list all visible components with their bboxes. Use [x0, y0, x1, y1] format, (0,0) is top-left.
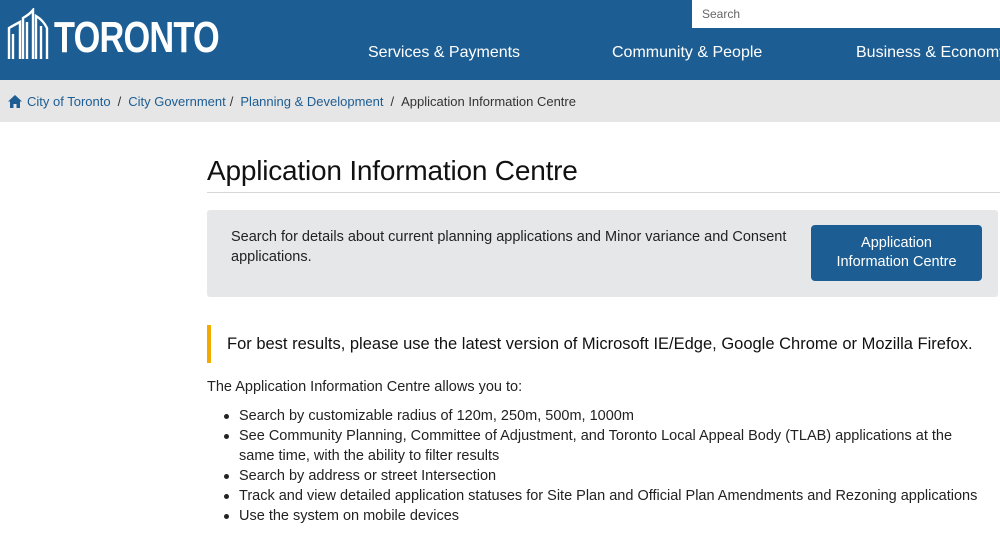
breadcrumb-separator: / — [117, 94, 122, 109]
intro-text: The Application Information Centre allow… — [207, 379, 523, 395]
breadcrumb-separator: / — [390, 94, 395, 109]
breadcrumb-separator: / — [229, 94, 234, 109]
nav-business-economy[interactable]: Business & Economy — [856, 44, 1000, 62]
title-divider — [207, 192, 1000, 193]
nav-community-people[interactable]: Community & People — [612, 44, 762, 62]
browser-notice: For best results, please use the latest … — [207, 325, 997, 363]
application-information-centre-button[interactable]: Application Information Centre — [811, 225, 982, 281]
site-header: TORONTO Services & Payments Community & … — [0, 0, 1000, 80]
list-item: Search by customizable radius of 120m, 2… — [224, 406, 991, 426]
button-label-line1: Application — [861, 235, 932, 251]
list-item: Use the system on mobile devices — [224, 506, 991, 526]
list-item: Search by address or street Intersection — [224, 466, 991, 486]
info-callout: Search for details about current plannin… — [207, 210, 998, 297]
main-nav: Services & Payments Community & People B… — [0, 44, 1000, 64]
button-label: Application Information Centre — [836, 234, 956, 272]
notice-text: For best results, please use the latest … — [227, 335, 973, 353]
button-label-line2: Information Centre — [836, 254, 957, 270]
nav-services-payments[interactable]: Services & Payments — [368, 44, 520, 62]
list-item: Track and view detailed application stat… — [224, 486, 991, 506]
breadcrumb-current: Application Information Centre — [401, 94, 576, 109]
search-input[interactable] — [692, 0, 1000, 28]
feature-list: Search by customizable radius of 120m, 2… — [224, 406, 991, 526]
breadcrumb-city-of-toronto[interactable]: City of Toronto — [27, 94, 111, 109]
breadcrumb: City of Toronto / City Government / Plan… — [0, 80, 1000, 122]
page-title: Application Information Centre — [207, 155, 578, 186]
home-icon[interactable] — [8, 95, 22, 108]
breadcrumb-planning-development[interactable]: Planning & Development — [240, 94, 383, 109]
breadcrumb-city-government[interactable]: City Government — [128, 94, 226, 109]
callout-text: Search for details about current plannin… — [231, 229, 787, 265]
list-item: See Community Planning, Committee of Adj… — [224, 426, 991, 466]
